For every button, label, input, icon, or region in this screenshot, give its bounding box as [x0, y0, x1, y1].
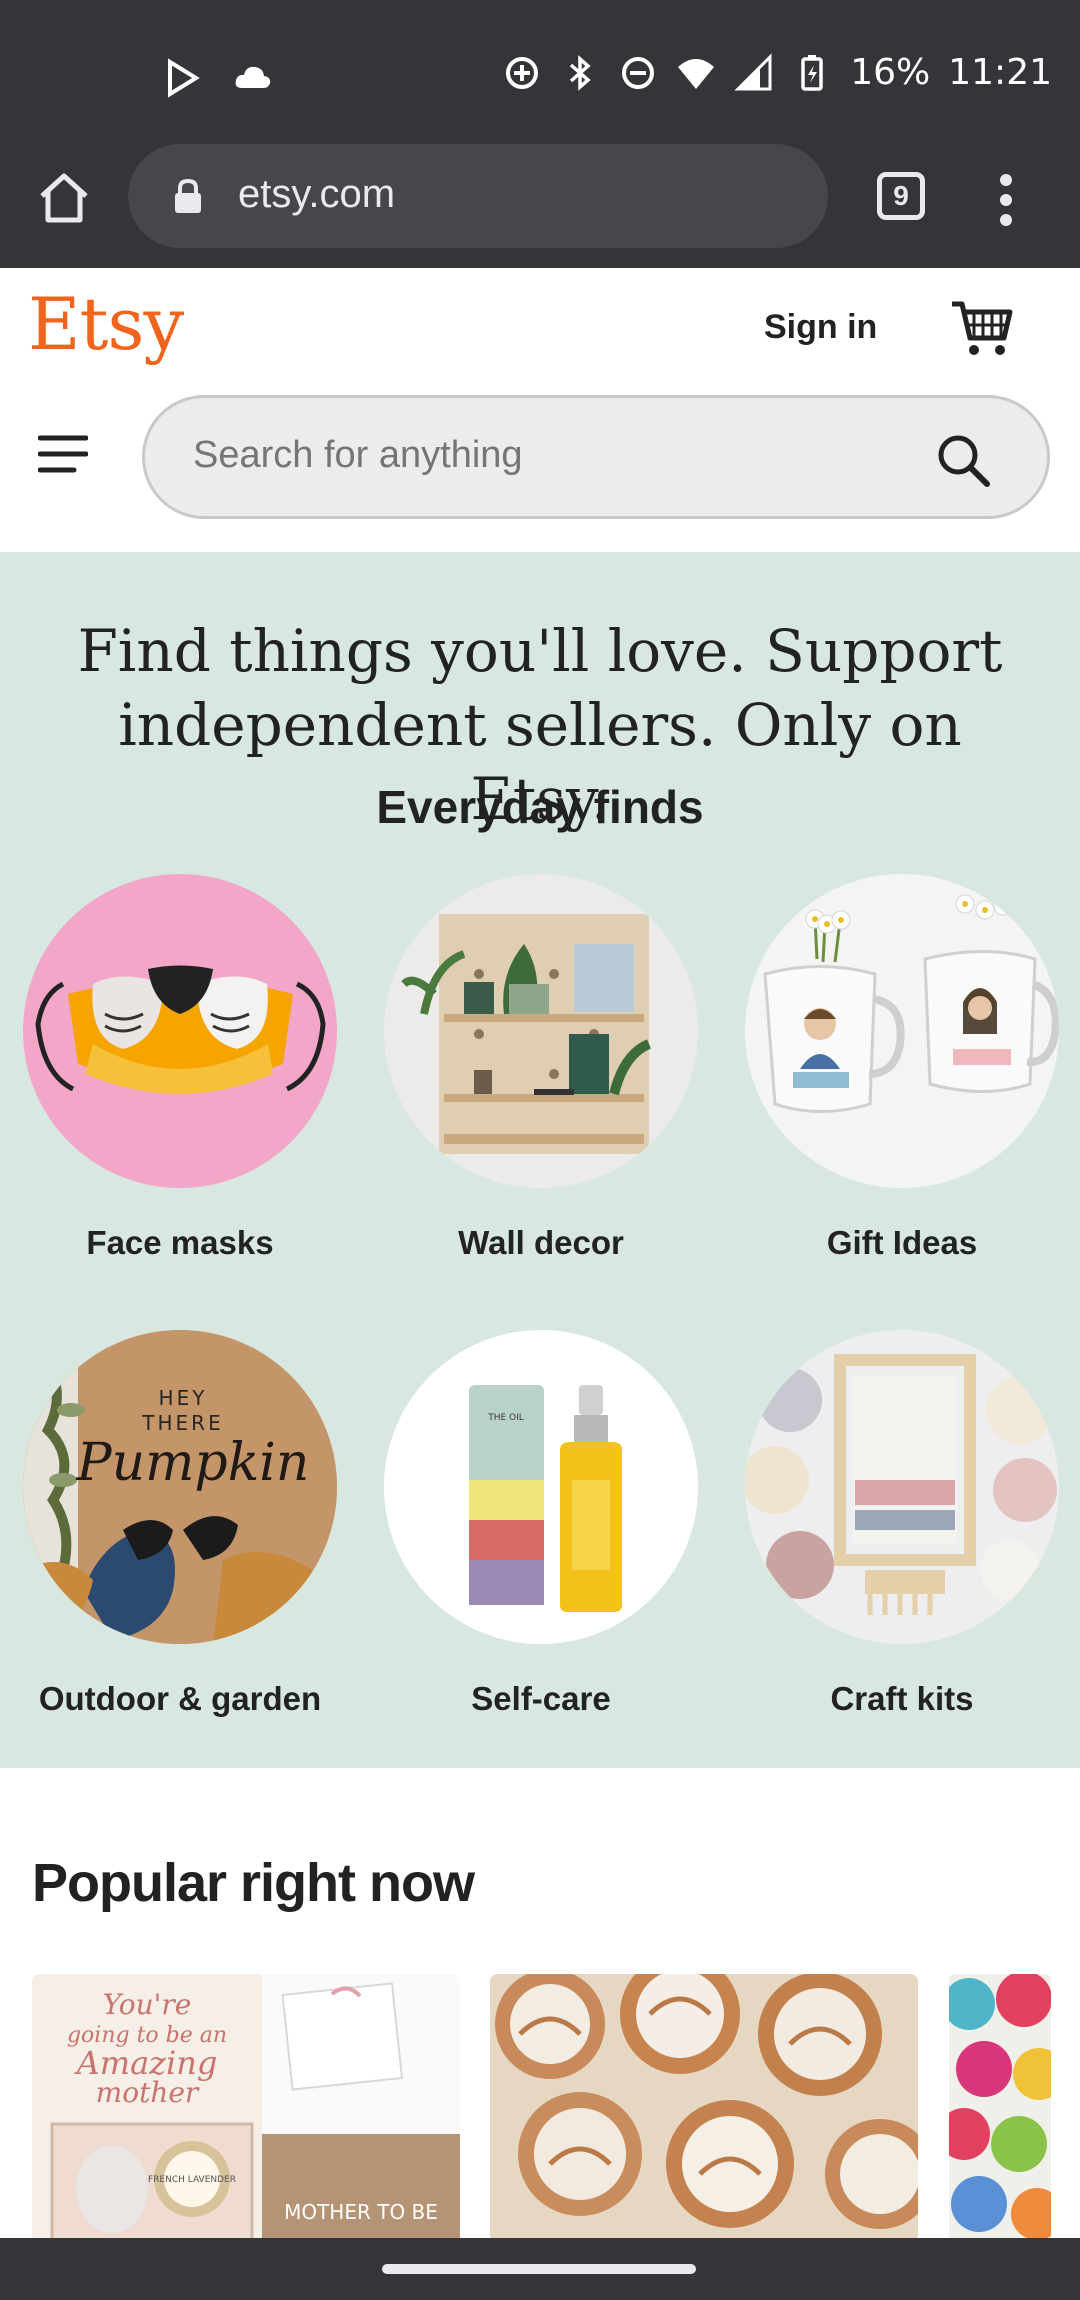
status-bar: 16% 11:21 [0, 0, 1080, 140]
category-label[interactable]: Face masks [15, 1224, 345, 1262]
category-label[interactable]: Wall decor [376, 1224, 706, 1262]
card-text-1: You're [103, 1988, 192, 2021]
home-gesture-handle[interactable] [382, 2264, 696, 2274]
cell-signal-icon [734, 52, 772, 90]
popular-card-1[interactable]: You're going to be an Amazing mother FRE… [32, 1974, 460, 2244]
category-wall-decor[interactable]: Wall decor [376, 874, 706, 1262]
search-bar[interactable] [142, 395, 1050, 519]
browser-toolbar: etsy.com 9 [0, 140, 1080, 268]
category-label[interactable]: Self-care [376, 1680, 706, 1718]
category-face-masks[interactable]: Face masks [15, 874, 345, 1262]
cloud-icon [235, 66, 271, 88]
more-options-icon[interactable] [996, 170, 1016, 230]
category-self-care[interactable]: THE OIL Self-care [376, 1330, 706, 1718]
gift-ideas-image[interactable] [745, 874, 1059, 1188]
etsy-logo[interactable]: Etsy [28, 282, 184, 366]
cinnamon-rolls-image[interactable] [490, 1974, 918, 2244]
hamburger-menu-icon[interactable] [38, 434, 88, 474]
url-text[interactable]: etsy.com [238, 172, 395, 217]
self-care-image[interactable]: THE OIL [384, 1330, 698, 1644]
craft-kits-image[interactable] [745, 1330, 1059, 1644]
do-not-disturb-icon [622, 56, 655, 89]
category-label[interactable]: Craft kits [737, 1680, 1067, 1718]
search-input[interactable] [193, 434, 913, 477]
cart-icon[interactable] [950, 298, 1014, 358]
category-craft-kits[interactable]: Craft kits [737, 1330, 1067, 1718]
bluetooth-icon [570, 54, 591, 91]
outdoor-garden-image[interactable]: HEY THERE Pumpkin [23, 1330, 337, 1644]
card-text-4: mother [96, 2076, 200, 2109]
doormat-line-1: HEY [159, 1386, 208, 1410]
system-nav-bar [0, 2238, 1080, 2300]
popular-card-2[interactable] [490, 1974, 918, 2244]
popular-title: Popular right now [32, 1853, 475, 1913]
lock-icon[interactable] [172, 178, 204, 214]
doormat-line-2: THERE [141, 1411, 223, 1435]
candy-image[interactable] [949, 1974, 1051, 2244]
category-label[interactable]: Gift Ideas [737, 1224, 1067, 1262]
home-icon[interactable] [34, 168, 94, 228]
gift-box-image[interactable]: You're going to be an Amazing mother FRE… [32, 1974, 460, 2244]
face-mask-image[interactable] [23, 874, 337, 1188]
bottle-label-1: THE OIL [487, 1413, 524, 1423]
address-bar[interactable]: etsy.com [128, 144, 828, 248]
battery-percent: 16% [850, 52, 931, 93]
hero-section: Find things you'll love. Support indepen… [0, 552, 1080, 1768]
tab-switcher-button[interactable]: 9 [877, 172, 925, 220]
data-saver-icon [506, 56, 539, 89]
site-header: Etsy Sign in [0, 268, 1080, 552]
doormat-line-3: Pumpkin [76, 1433, 310, 1493]
clock: 11:21 [948, 52, 1052, 93]
play-store-icon [168, 58, 200, 98]
sign-in-link[interactable]: Sign in [764, 308, 877, 347]
everyday-finds-title: Everyday finds [376, 781, 704, 833]
wifi-icon [678, 58, 715, 89]
category-outdoor-garden[interactable]: HEY THERE Pumpkin Outdoor & garden [15, 1330, 345, 1718]
category-gift-ideas[interactable]: Gift Ideas [737, 874, 1067, 1262]
battery-charging-icon [801, 54, 823, 91]
card-text-5: FRENCH LAVENDER [148, 2175, 236, 2185]
search-icon[interactable] [935, 432, 991, 488]
card-text-6: MOTHER TO BE [284, 2200, 438, 2224]
wall-decor-image[interactable] [384, 874, 698, 1188]
popular-card-3[interactable] [949, 1974, 1051, 2244]
category-label[interactable]: Outdoor & garden [15, 1680, 345, 1718]
